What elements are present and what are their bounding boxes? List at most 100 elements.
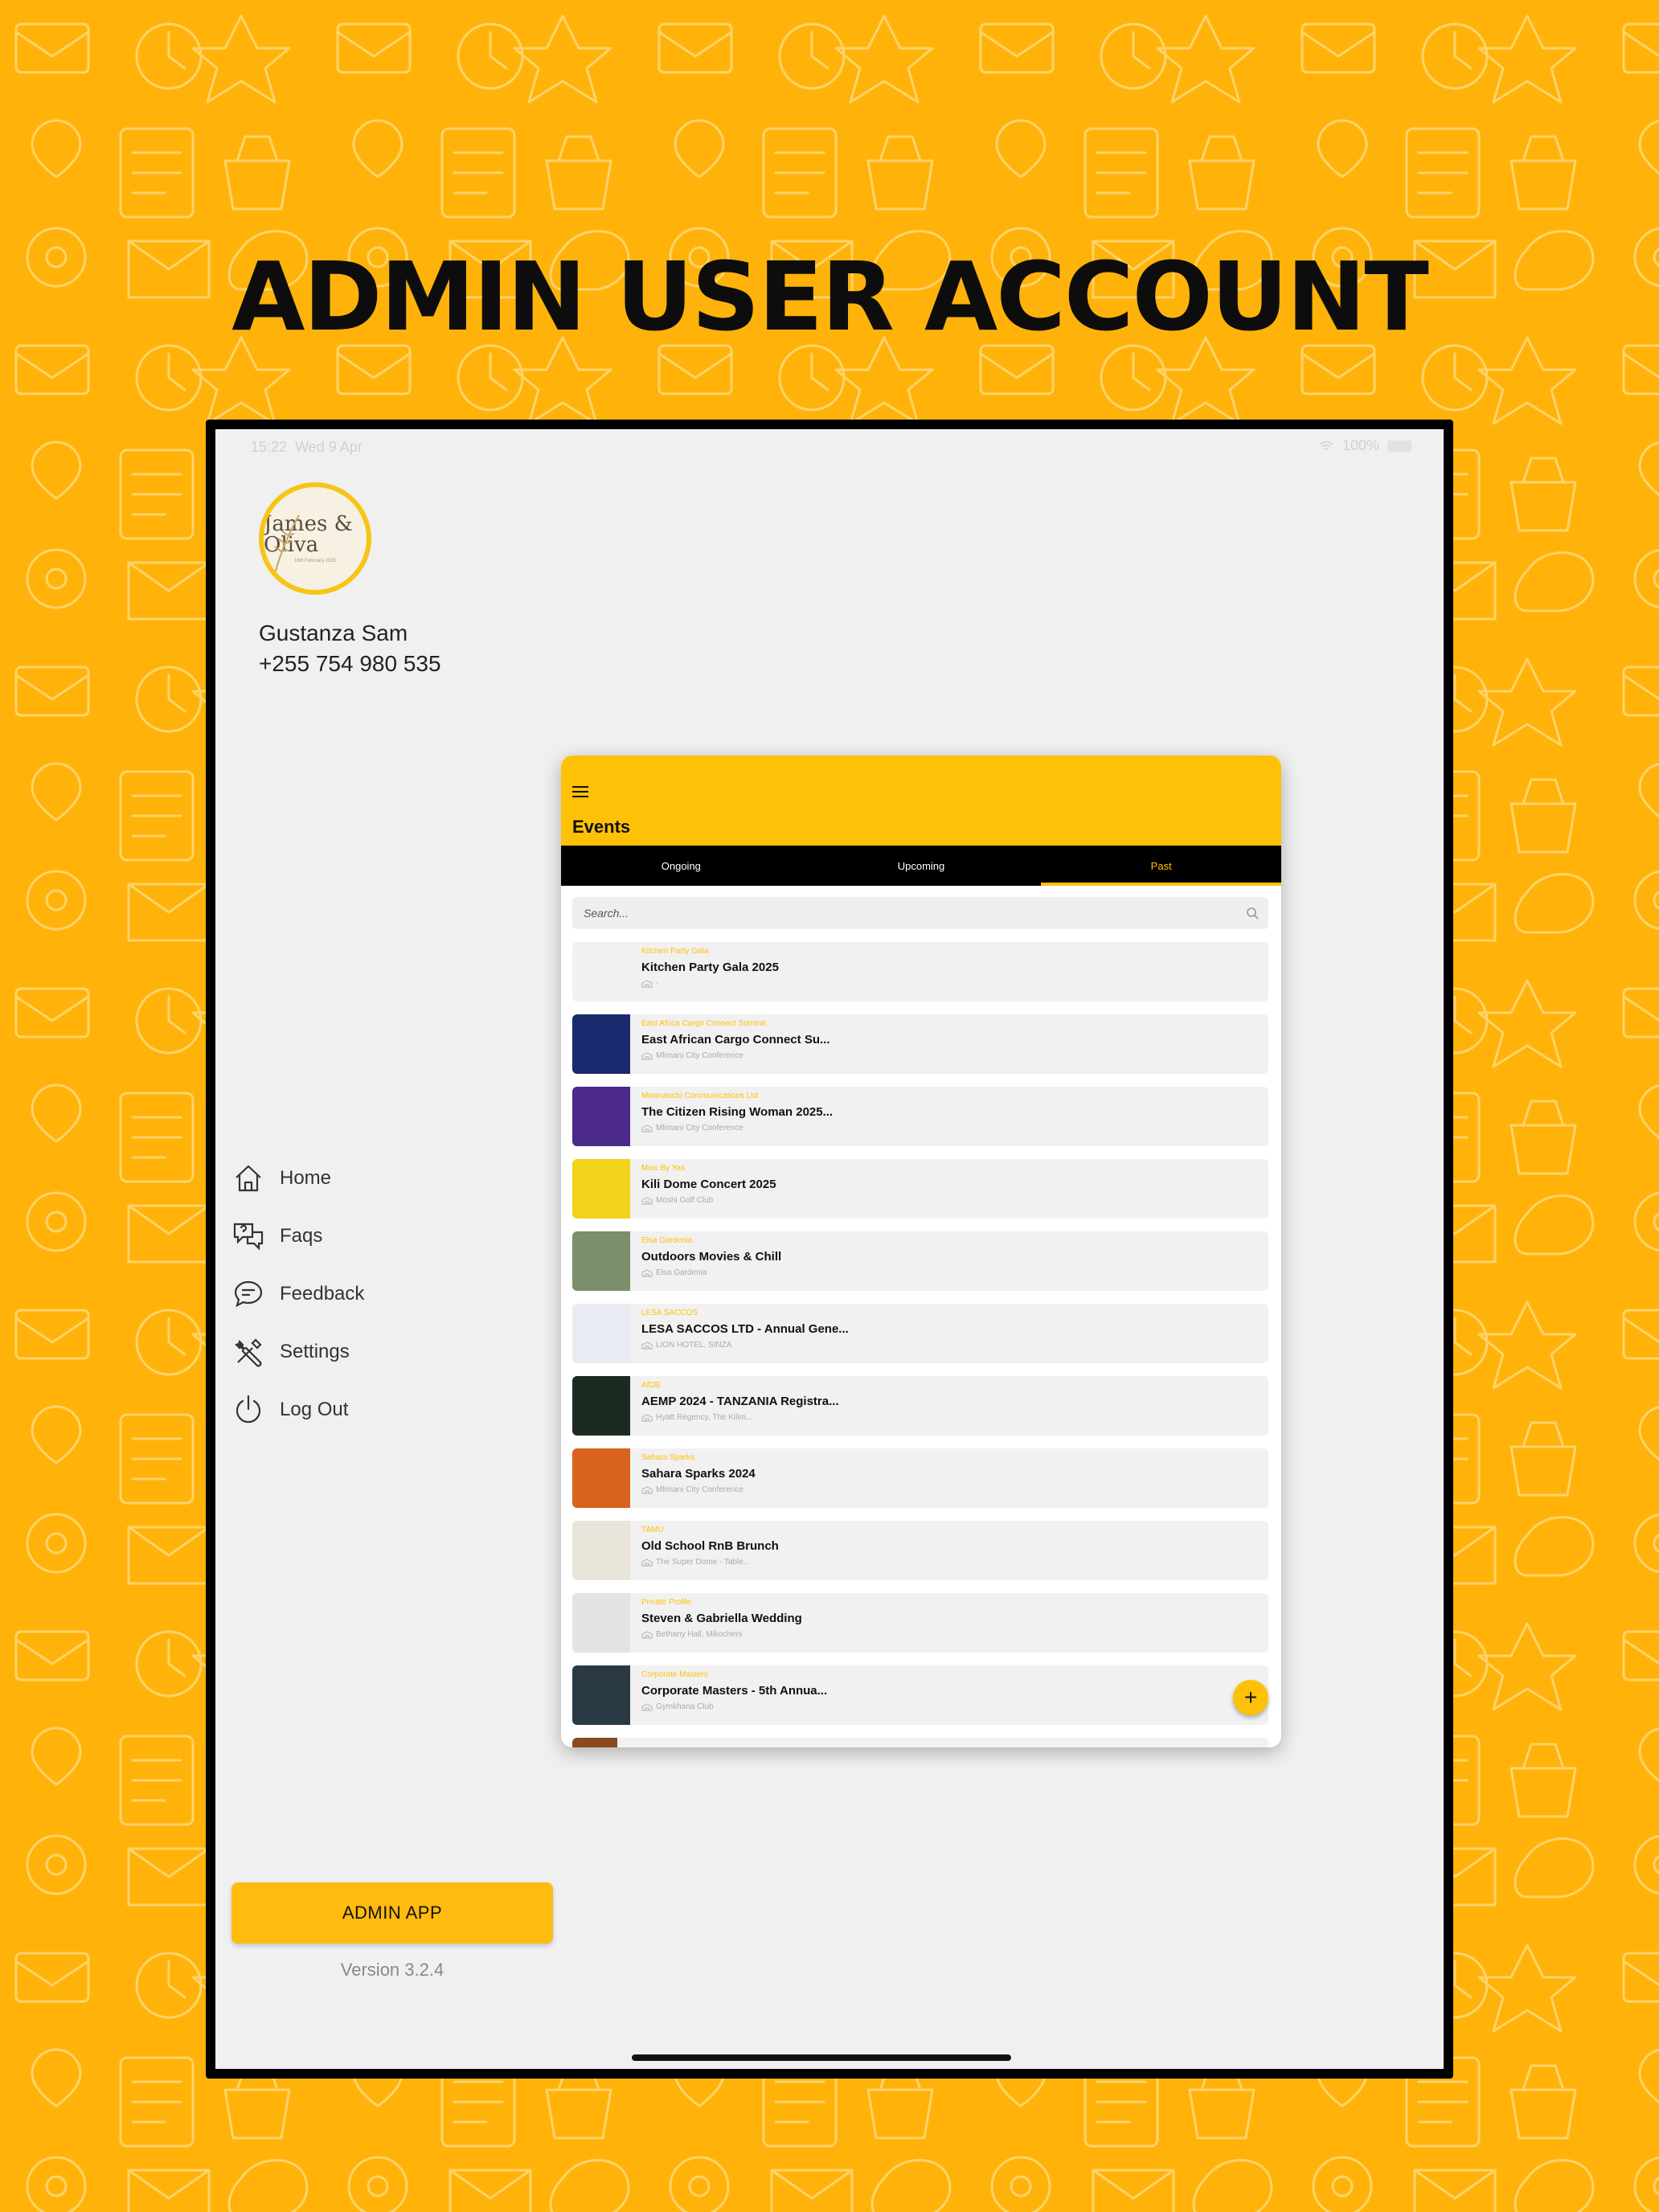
event-card[interactable]: LESA SACCOS LESA SACCOS LTD - Annual Gene… bbox=[572, 1304, 1268, 1363]
event-title: AEMP 2024 - TANZANIA Registra... bbox=[641, 1395, 839, 1408]
feedback-icon bbox=[234, 1280, 263, 1308]
profile-name: Gustanza Sam bbox=[259, 621, 408, 645]
menu-item-feedback[interactable]: Feedback bbox=[231, 1265, 364, 1323]
settings-tools-icon bbox=[235, 1338, 262, 1367]
menu-label-feedback: Feedback bbox=[280, 1283, 365, 1305]
event-card[interactable]: Corporate Masters Corporate Masters - 5th… bbox=[572, 1665, 1268, 1725]
tab-past[interactable]: Past bbox=[1041, 846, 1281, 886]
event-card[interactable]: AfDB AEMP 2024 - TANZANIA Registra... Hyat… bbox=[572, 1376, 1268, 1436]
event-thumbnail bbox=[572, 1448, 630, 1508]
search-input[interactable] bbox=[572, 897, 1268, 929]
event-location: The Super Dome - Table... bbox=[656, 1558, 751, 1567]
app-title: Events bbox=[572, 817, 631, 837]
event-location-row: Mlimani City Conference bbox=[641, 1124, 1260, 1133]
event-location: Gymkhana Club bbox=[656, 1702, 714, 1711]
tablet-frame: 15:22 Wed 9 Apr 100% James & Oliva 16th … bbox=[206, 420, 1453, 2079]
avatar[interactable]: James & Oliva 16th February 2025 bbox=[259, 482, 371, 595]
list-item-partial bbox=[572, 1738, 1268, 1747]
search-icon[interactable] bbox=[1246, 907, 1259, 920]
event-card-body: LESA SACCOS LESA SACCOS LTD - Annual Gene… bbox=[641, 1309, 1260, 1350]
event-title: Steven & Gabriella Wedding bbox=[641, 1612, 802, 1625]
event-location-row: The Super Dome - Table... bbox=[641, 1558, 1260, 1567]
menu-label-faqs: Faqs bbox=[280, 1225, 323, 1247]
event-thumbnail bbox=[572, 1087, 630, 1146]
add-event-button[interactable]: + bbox=[1233, 1680, 1268, 1715]
venue-icon bbox=[641, 1485, 653, 1494]
event-card[interactable]: East Africa Cargo Connect Summit East Afr… bbox=[572, 1014, 1268, 1074]
menu-item-faqs[interactable]: Faqs bbox=[231, 1207, 364, 1265]
event-thumbnail bbox=[572, 1665, 630, 1725]
menu-item-logout[interactable]: Log Out bbox=[231, 1381, 364, 1439]
event-card[interactable]: Elsa Gardenia Outdoors Movies & Chill Elsa… bbox=[572, 1231, 1268, 1291]
search-bar bbox=[572, 897, 1268, 929]
event-card-body: Mwananchi Communications Ltd The Citizen … bbox=[641, 1092, 1260, 1133]
profile-phone: +255 754 980 535 bbox=[259, 651, 441, 676]
home-icon bbox=[236, 1165, 261, 1192]
event-location-row: - bbox=[641, 979, 1260, 988]
tab-upcoming[interactable]: Upcoming bbox=[801, 846, 1042, 886]
event-card[interactable]: Private Profile Steven & Gabriella Weddin… bbox=[572, 1593, 1268, 1653]
event-thumbnail bbox=[572, 1738, 617, 1747]
event-category: Sahara Sparks bbox=[641, 1453, 695, 1462]
venue-icon bbox=[641, 1702, 653, 1711]
event-thumbnail bbox=[572, 1159, 630, 1219]
event-card[interactable]: TAMU Old School RnB Brunch The Super Dome … bbox=[572, 1521, 1268, 1580]
event-thumbnail bbox=[572, 1014, 630, 1074]
event-location: Elsa Gardenia bbox=[656, 1268, 707, 1277]
event-location: Bethany Hall, Mikocheni bbox=[656, 1630, 743, 1639]
event-card-body: Corporate Masters Corporate Masters - 5th… bbox=[641, 1670, 1260, 1711]
event-card[interactable]: Kitchen Party Gala Kitchen Party Gala 202… bbox=[572, 942, 1268, 1002]
venue-icon bbox=[641, 1268, 653, 1277]
menu-item-settings[interactable]: Settings bbox=[231, 1323, 364, 1381]
event-location: Mlimani City Conference bbox=[656, 1485, 743, 1494]
menu-label-settings: Settings bbox=[280, 1341, 350, 1362]
event-location: Mlimani City Conference bbox=[656, 1051, 743, 1060]
event-category: East Africa Cargo Connect Summit bbox=[641, 1019, 766, 1028]
tab-ongoing[interactable]: Ongoing bbox=[561, 846, 801, 886]
hamburger-menu-icon[interactable] bbox=[572, 786, 588, 799]
battery-icon bbox=[1387, 440, 1411, 452]
status-time: 15:22 bbox=[251, 439, 288, 455]
event-card-body: Private Profile Steven & Gabriella Weddin… bbox=[641, 1598, 1260, 1639]
venue-icon bbox=[641, 1051, 653, 1060]
event-category: Elsa Gardenia bbox=[641, 1236, 693, 1245]
event-location-row: Bethany Hall, Mikocheni bbox=[641, 1630, 1260, 1639]
event-category: Private Profile bbox=[641, 1598, 692, 1607]
event-list: Kitchen Party Gala Kitchen Party Gala 202… bbox=[572, 942, 1268, 1738]
event-location-row: Gymkhana Club bbox=[641, 1702, 1260, 1711]
event-location-row: LION HOTEL, SINZA bbox=[641, 1341, 1260, 1350]
side-menu: Home Faqs Feedback Settings Log Out bbox=[231, 1149, 364, 1439]
event-thumbnail bbox=[572, 942, 630, 1002]
event-location: LION HOTEL, SINZA bbox=[656, 1341, 732, 1350]
event-thumbnail bbox=[572, 1304, 630, 1363]
event-thumbnail bbox=[572, 1593, 630, 1653]
event-category: Mwananchi Communications Ltd bbox=[641, 1092, 758, 1100]
event-card-body: Sahara Sparks Sahara Sparks 2024 Mlimani C… bbox=[641, 1453, 1260, 1494]
event-category: TAMU bbox=[641, 1526, 664, 1534]
status-bar-right: 100% bbox=[1318, 437, 1411, 454]
event-location: Hyatt Regency, The Kilim... bbox=[656, 1413, 753, 1422]
event-title: East African Cargo Connect Su... bbox=[641, 1033, 830, 1047]
events-app-panel: Events Ongoing Upcoming Past Kitchen Par… bbox=[561, 756, 1281, 1747]
event-thumbnail bbox=[572, 1521, 630, 1580]
event-card[interactable]: Mwananchi Communications Ltd The Citizen … bbox=[572, 1087, 1268, 1146]
event-location-row: Hyatt Regency, The Kilim... bbox=[641, 1413, 1260, 1422]
venue-icon bbox=[641, 1196, 653, 1205]
event-title: LESA SACCOS LTD - Annual Gene... bbox=[641, 1322, 849, 1336]
event-card-body: Elsa Gardenia Outdoors Movies & Chill Elsa… bbox=[641, 1236, 1260, 1277]
version-label: Version 3.2.4 bbox=[340, 1960, 444, 1980]
event-card-body: East Africa Cargo Connect Summit East Afr… bbox=[641, 1019, 1260, 1060]
event-title: Outdoors Movies & Chill bbox=[641, 1250, 782, 1264]
event-card[interactable]: Sahara Sparks Sahara Sparks 2024 Mlimani C… bbox=[572, 1448, 1268, 1508]
menu-label-logout: Log Out bbox=[280, 1399, 349, 1420]
event-thumbnail bbox=[572, 1376, 630, 1436]
venue-icon bbox=[641, 1124, 653, 1133]
wheat-decoration-icon bbox=[274, 514, 300, 575]
page-headline: ADMIN USER ACCOUNT bbox=[231, 241, 1429, 352]
event-thumbnail bbox=[572, 1231, 630, 1291]
tab-bar: Ongoing Upcoming Past bbox=[561, 846, 1281, 886]
event-location: Mlimani City Conference bbox=[656, 1124, 743, 1133]
menu-item-home[interactable]: Home bbox=[231, 1149, 364, 1207]
admin-app-button[interactable]: ADMIN APP bbox=[231, 1882, 553, 1944]
event-card[interactable]: Mixx By Yas Kili Dome Concert 2025 Moshi G… bbox=[572, 1159, 1268, 1219]
